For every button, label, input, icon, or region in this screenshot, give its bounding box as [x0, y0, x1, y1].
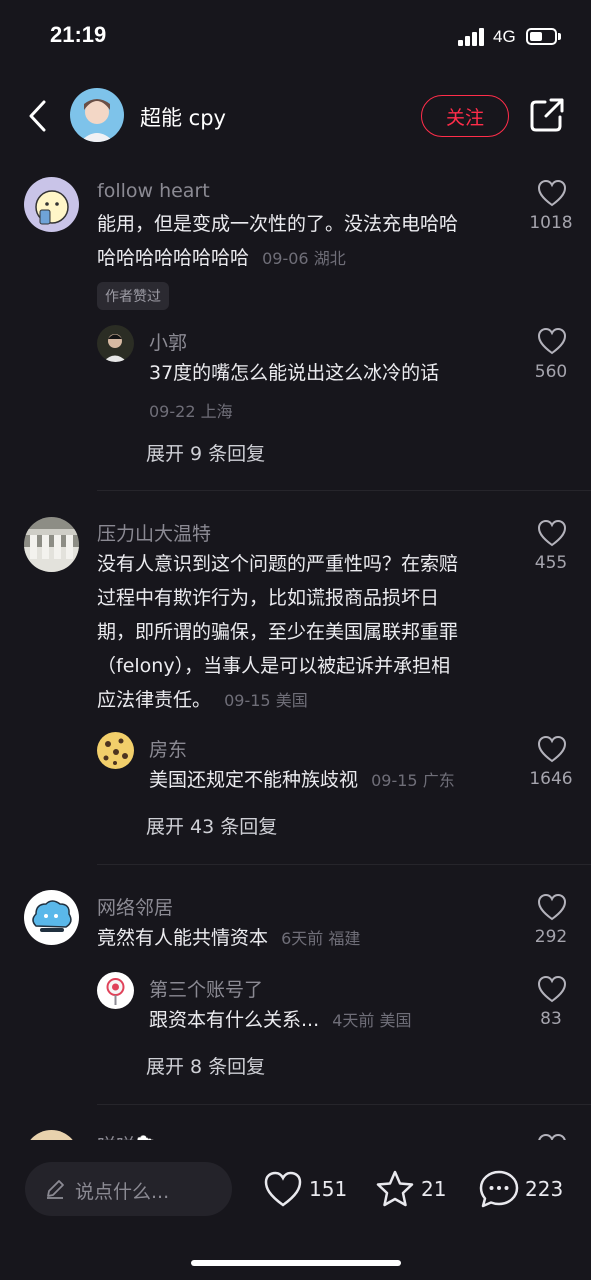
reply-username[interactable]: 第三个账号了 [149, 975, 263, 1002]
network-label: 4G [493, 27, 516, 46]
expand-replies-link[interactable]: 展开 9 条回复 [146, 439, 265, 466]
heart-icon[interactable] [537, 893, 567, 921]
reply-meta: 09-22 上海 [149, 402, 233, 421]
reply-avatar[interactable] [97, 325, 134, 362]
comment-text-line: 过程中有欺诈行为，比如谎报商品损坏日 [97, 587, 440, 609]
heart-icon[interactable] [537, 519, 567, 547]
comment-meta: 09-15 美国 [224, 691, 308, 710]
like-count: 1646 [529, 769, 573, 789]
reply-avatar[interactable] [97, 732, 134, 769]
post-favorite-count: 21 [421, 1177, 447, 1201]
reply-username[interactable]: 房东 [149, 735, 187, 762]
comment-avatar[interactable] [24, 177, 79, 232]
expand-replies-link[interactable]: 展开 43 条回复 [146, 812, 277, 839]
comment-text-line: 没有人意识到这个问题的严重性吗？在索赔 [97, 553, 459, 575]
reply-text: 37度的嘴怎么能说出这么冰冷的话 [149, 362, 440, 384]
like-count: 455 [534, 553, 568, 573]
comment-text: 竟然有人能共情资本 [97, 927, 269, 949]
comment-text-line: （felony），当事人是可以被起诉并承担相 [97, 655, 451, 677]
signal-icon [458, 28, 486, 46]
heart-icon[interactable] [537, 179, 567, 207]
back-icon[interactable] [24, 96, 54, 136]
reply-username[interactable]: 小郭 [149, 328, 187, 355]
expand-replies-link[interactable]: 展开 8 条回复 [146, 1052, 265, 1079]
author-avatar[interactable] [70, 88, 124, 142]
like-count: 83 [540, 1009, 562, 1029]
comment-avatar[interactable] [24, 517, 79, 572]
comment-meta: 09-06 湖北 [262, 249, 346, 268]
share-icon[interactable] [528, 96, 566, 134]
divider [97, 864, 591, 865]
comment-text-line: 能用，但是变成一次性的了。没法充电哈哈 [97, 213, 459, 235]
heart-icon[interactable] [537, 735, 567, 763]
star-icon[interactable] [375, 1169, 415, 1209]
battery-tip [558, 33, 561, 40]
post-like-count: 151 [309, 1177, 348, 1201]
like-count: 1018 [529, 213, 573, 233]
comment-username[interactable]: 网络邻居 [97, 893, 173, 920]
heart-icon[interactable] [537, 327, 567, 355]
reply-meta: 4天前 美国 [332, 1011, 412, 1030]
divider [97, 1104, 591, 1105]
status-time: 21:19 [50, 22, 107, 47]
comment-username[interactable]: 压力山大温特 [97, 519, 211, 546]
comment-text-line: 哈哈哈哈哈哈哈哈 [97, 247, 250, 269]
comment-bubble-icon[interactable] [478, 1169, 520, 1209]
follow-button[interactable]: 关注 [421, 95, 509, 137]
comment-avatar[interactable] [24, 890, 79, 945]
heart-icon[interactable] [537, 975, 567, 1003]
comment-username[interactable]: follow heart [97, 180, 210, 202]
like-count: 560 [534, 362, 568, 382]
author-liked-badge: 作者赞过 [97, 282, 169, 310]
reply-avatar[interactable] [97, 972, 134, 1009]
comment-input-placeholder[interactable]: 说点什么... [75, 1177, 169, 1204]
home-indicator [191, 1260, 401, 1266]
like-heart-icon[interactable] [263, 1170, 303, 1208]
comment-text-line: 应法律责任。 [97, 689, 212, 711]
reply-text: 跟资本有什么关系... [149, 1009, 320, 1031]
like-count: 292 [534, 927, 568, 947]
comment-meta: 6天前 福建 [281, 929, 361, 948]
battery-icon [526, 28, 557, 45]
comment-text-line: 期，即所谓的骗保，至少在美国属联邦重罪 [97, 621, 459, 643]
reply-text: 美国还规定不能种族歧视 [149, 769, 359, 791]
post-comment-count: 223 [525, 1177, 564, 1201]
reply-meta: 09-15 广东 [371, 771, 455, 790]
pen-icon [47, 1180, 64, 1199]
author-name[interactable]: 超能 cpy [140, 102, 226, 132]
divider [97, 490, 591, 491]
